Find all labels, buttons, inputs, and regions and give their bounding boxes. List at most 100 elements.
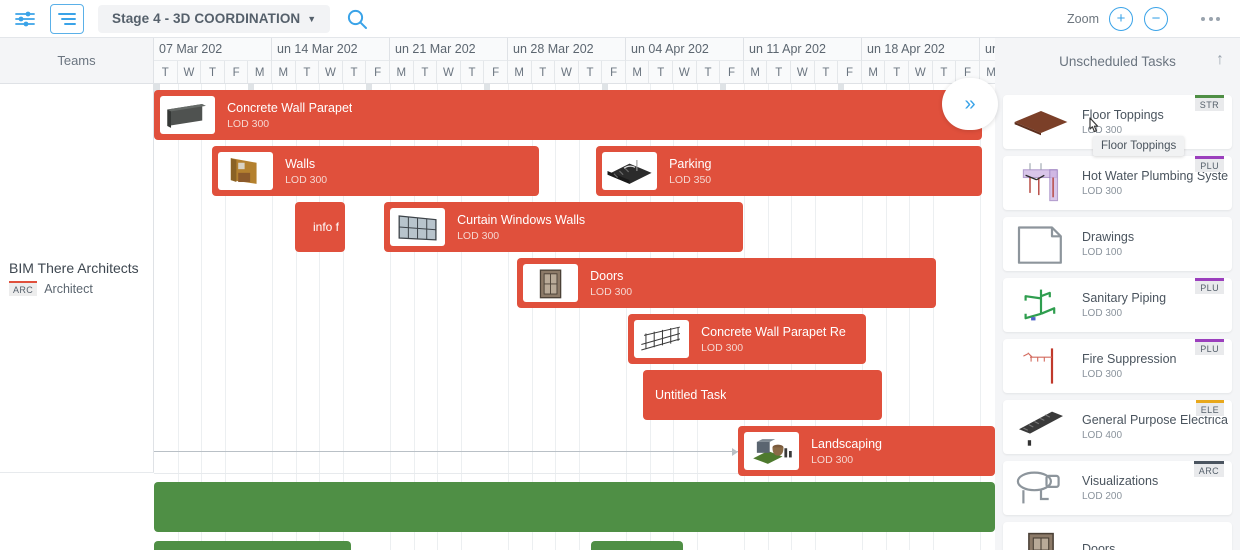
gantt-task-bar[interactable]: [154, 482, 995, 532]
dependency-line: [154, 451, 738, 452]
chevron-down-icon: ▼: [307, 13, 317, 24]
timeline-week-label: un 04 Apr 202: [626, 38, 744, 61]
task-bar-text: Parking LOD 350: [657, 157, 711, 186]
team-name: BIM There Architects: [9, 260, 139, 276]
task-bar-title: Parking: [669, 156, 712, 171]
gantt-task-bar[interactable]: Doors LOD 300: [517, 258, 936, 308]
timeline-day-label: F: [838, 61, 862, 83]
unscheduled-card-title: Sanitary Piping: [1082, 291, 1167, 305]
gantt-task-bar[interactable]: info f: [295, 202, 345, 252]
timeline-day-label: T: [532, 61, 556, 83]
task-bar-lod: LOD 300: [701, 341, 744, 354]
toolbar-right-group: Zoom + −: [1067, 6, 1240, 31]
gantt-chart[interactable]: Concrete Wall Parapet LOD 300 Walls LOD 300…: [154, 84, 995, 550]
task-bar-title: Concrete Wall Parapet Re: [701, 324, 846, 339]
list-view-icon[interactable]: [50, 3, 84, 34]
task-bar-lod: LOD 300: [590, 285, 633, 298]
unscheduled-card-lod: LOD 100: [1082, 247, 1123, 258]
filter-settings-icon[interactable]: [8, 4, 42, 34]
unscheduled-card-title: Floor Toppings: [1082, 108, 1164, 122]
timeline-day-label: W: [909, 61, 933, 83]
gantt-task-bar[interactable]: Untitled Task: [643, 370, 882, 420]
discipline-tag: ARC: [9, 281, 38, 296]
gantt-task-bar[interactable]: Walls LOD 300: [212, 146, 539, 196]
task-bar-title: Untitled Task: [655, 388, 727, 402]
unscheduled-card-text: Sanitary Piping LOD 300: [1082, 291, 1166, 319]
search-icon[interactable]: [346, 8, 368, 30]
unscheduled-card-title: Visualizations: [1082, 474, 1159, 488]
task-bar-title: Walls: [285, 156, 316, 171]
zoom-out-button[interactable]: −: [1144, 6, 1168, 31]
gantt-task-bar[interactable]: Parking LOD 350: [596, 146, 982, 196]
sanitary-piping-3d-icon: [1008, 283, 1074, 327]
unscheduled-task-card[interactable]: Fire Suppression LOD 300 PLU: [1003, 339, 1232, 393]
zoom-in-button[interactable]: +: [1109, 6, 1133, 31]
timeline-day-label: T: [933, 61, 957, 83]
gantt-task-bar[interactable]: Curtain Windows Walls LOD 300: [384, 202, 743, 252]
gantt-task-bar[interactable]: [591, 541, 683, 550]
timeline-day-label: F: [720, 61, 744, 83]
door-3d-icon: [1008, 527, 1074, 550]
unscheduled-task-card[interactable]: General Purpose Electrica LOD 400 ELE: [1003, 400, 1232, 454]
task-bar-lod: LOD 300: [227, 117, 270, 130]
task-bar-text: Untitled Task: [643, 388, 726, 402]
gantt-task-bar[interactable]: [154, 541, 351, 550]
task-bar-text: Concrete Wall Parapet LOD 300: [215, 101, 352, 130]
dependency-arrowhead: [732, 447, 738, 456]
landscape-3d-icon: [744, 432, 800, 470]
sort-ascending-icon[interactable]: ↑: [1216, 51, 1224, 69]
team-row-empty[interactable]: [0, 473, 154, 550]
timeline-day-label: T: [579, 61, 603, 83]
timeline-day-label: W: [791, 61, 815, 83]
timeline-day-label: M: [862, 61, 886, 83]
team-row[interactable]: BIM There Architects ARC Architect: [0, 84, 154, 473]
timeline-day-label: M: [248, 61, 272, 83]
timeline-day-label: M: [390, 61, 414, 83]
unscheduled-task-card[interactable]: Visualizations LOD 200 ARC: [1003, 461, 1232, 515]
gantt-task-bar[interactable]: Landscaping LOD 300: [738, 426, 995, 476]
timeline-week-label: un 25 Apr 202: [980, 38, 995, 61]
gantt-task-bar[interactable]: Concrete Wall Parapet Re LOD 300: [628, 314, 866, 364]
discipline-badge: PLU: [1195, 278, 1224, 294]
timeline-day-label: M: [744, 61, 768, 83]
unscheduled-card-text: General Purpose Electrica LOD 400: [1082, 413, 1228, 441]
timeline-day-label: T: [296, 61, 320, 83]
task-bar-title: Concrete Wall Parapet: [227, 100, 353, 115]
unscheduled-task-card[interactable]: Sanitary Piping LOD 300 PLU: [1003, 278, 1232, 332]
timeline-day-label: W: [319, 61, 343, 83]
unscheduled-card-text: Fire Suppression LOD 300: [1082, 352, 1177, 380]
task-bar-text: Doors LOD 300: [578, 269, 632, 298]
unscheduled-card-lod: LOD 300: [1082, 125, 1123, 136]
unscheduled-task-card[interactable]: Doors: [1003, 522, 1232, 550]
timeline-scale[interactable]: 07 Mar 202 un 14 Mar 202 un 21 Mar 202 un 2…: [154, 38, 995, 84]
timeline-day-label: F: [366, 61, 390, 83]
unscheduled-header: Unscheduled Tasks ↑: [995, 38, 1240, 84]
team-role-label: Architect: [44, 281, 93, 296]
discipline-badge: PLU: [1195, 339, 1224, 355]
curtain-wall-3d-icon: [390, 208, 446, 246]
stage-selector[interactable]: Stage 4 - 3D COORDINATION ▼: [98, 4, 331, 33]
unscheduled-card-lod: LOD 300: [1082, 308, 1123, 319]
unscheduled-task-card[interactable]: Drawings LOD 100: [1003, 217, 1232, 271]
unscheduled-card-text: Drawings LOD 100: [1082, 230, 1134, 258]
more-options-icon[interactable]: [1195, 11, 1226, 27]
unscheduled-card-lod: LOD 400: [1082, 430, 1123, 441]
timeline-week-row: 07 Mar 202 un 14 Mar 202 un 21 Mar 202 un 2…: [154, 38, 995, 61]
teams-column-header: Teams: [0, 38, 154, 84]
timeline-day-label: F: [484, 61, 508, 83]
discipline-badge: ELE: [1195, 400, 1224, 416]
team-role-group: ARC Architect: [9, 281, 154, 296]
timeline-day-label: M: [508, 61, 532, 83]
task-bar-title: Landscaping: [811, 436, 882, 451]
gantt-task-bar[interactable]: Concrete Wall Parapet LOD 300: [154, 90, 982, 140]
timeline-week-label: un 21 Mar 202: [390, 38, 508, 61]
collapse-panel-button[interactable]: »: [942, 78, 998, 130]
unscheduled-task-card[interactable]: Hot Water Plumbing Syste LOD 300 PLU: [1003, 156, 1232, 210]
unscheduled-card-lod: LOD 200: [1082, 491, 1123, 502]
unscheduled-card-title: Fire Suppression: [1082, 352, 1177, 366]
discipline-badge: PLU: [1195, 156, 1224, 172]
task-bar-title: Doors: [590, 268, 624, 283]
wall-panel-3d-icon: [160, 96, 216, 134]
unscheduled-card-title: Drawings: [1082, 230, 1135, 244]
timeline-week-label: un 11 Apr 202: [744, 38, 862, 61]
